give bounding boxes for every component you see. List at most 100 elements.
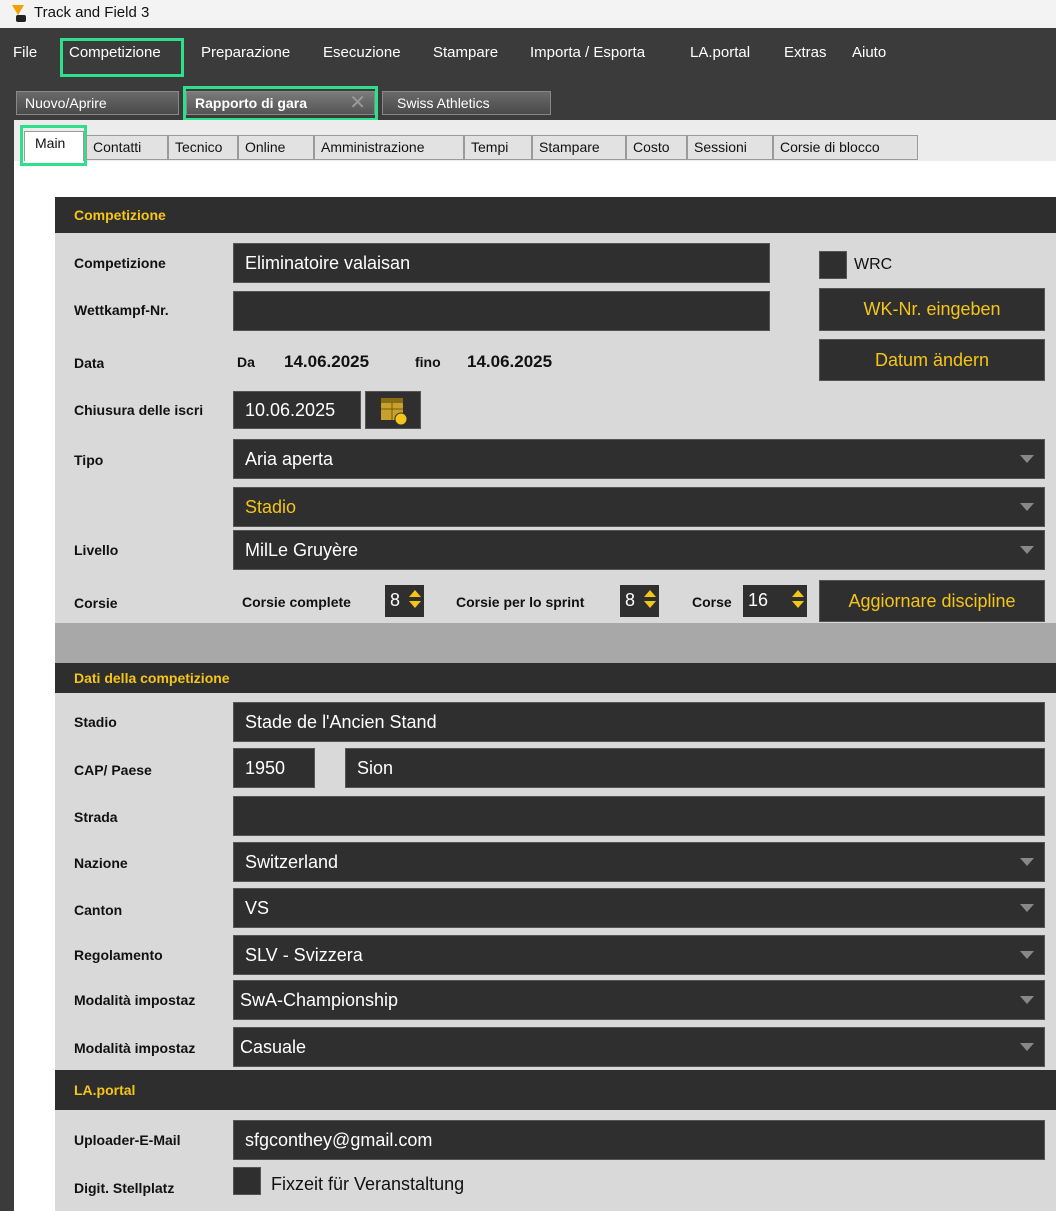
label-tipo: Tipo [74,452,104,468]
tab-tempi[interactable]: Tempi [464,135,532,160]
label-data: Data [74,355,105,371]
tab-corsie-di-blocco[interactable]: Corsie di blocco [773,135,918,160]
menu-extras[interactable]: Extras [784,44,827,61]
section-header-competizione: Competizione [55,197,1056,233]
type-value: Aria aperta [245,449,334,469]
label-digit-stellplatz: Digit. Stellplatz [74,1180,175,1196]
rules-dropdown[interactable]: SLV - Svizzera [233,935,1045,975]
spin-arrows-icon[interactable] [644,590,656,610]
update-disciplines-button[interactable]: Aggiornare discipline [819,580,1045,622]
calendar-button[interactable] [365,391,421,429]
closing-date-field[interactable]: 10.06.2025 [233,391,361,429]
nation-value: Switzerland [245,852,339,872]
section-header-la-portal: LA.portal [55,1070,1056,1110]
tab-costo[interactable]: Costo [626,135,687,160]
tracks-stepper[interactable]: 16 [743,585,807,617]
menu-aiuto[interactable]: Aiuto [852,44,886,61]
mode2-value: Casuale [240,1037,307,1057]
uploader-email-field[interactable]: sfgconthey@gmail.com [233,1120,1045,1160]
label-livello: Livello [74,542,119,558]
menu-esecuzione[interactable]: Esecuzione [323,44,401,61]
full-lanes-stepper[interactable]: 8 [385,585,424,617]
label-uploader-email: Uploader-E-Mail [74,1132,181,1148]
street-field[interactable] [233,796,1045,836]
tab-stampare[interactable]: Stampare [532,135,626,160]
canton-dropdown[interactable]: VS [233,888,1045,928]
section-divider [55,623,1056,663]
tab-swiss-athletics[interactable]: Swiss Athletics [382,91,551,115]
menu-file[interactable]: File [13,44,37,61]
level-value: MilLe Gruyère [245,540,359,560]
calendar-icon [381,398,408,426]
label-corsie: Corsie [74,595,118,611]
chevron-down-icon [1020,503,1034,511]
window-title: Track and Field 3 [34,4,150,21]
sprint-lanes-label: Corsie per lo sprint [456,594,585,610]
tab-nuovo-aprire[interactable]: Nuovo/Aprire [16,91,179,115]
label-competizione: Competizione [74,255,166,271]
sprint-lanes-stepper[interactable]: 8 [620,585,659,617]
tab-tecnico[interactable]: Tecnico [168,135,238,160]
chevron-down-icon [1020,455,1034,463]
venue-type-value: Stadio [245,497,297,517]
spin-arrows-icon[interactable] [792,590,804,610]
menu-stampare[interactable]: Stampare [433,44,498,61]
zip-field[interactable]: 1950 [233,748,315,788]
tab-online[interactable]: Online [238,135,314,160]
label-regolamento: Regolamento [74,947,163,963]
chevron-down-icon [1020,951,1034,959]
label-cap-paese: CAP/ Paese [74,762,152,778]
canton-value: VS [245,898,270,918]
tab-nuovo-aprire-label: Nuovo/Aprire [25,95,107,111]
tracks-value: 16 [748,590,769,610]
label-stadio: Stadio [74,714,117,730]
sprint-lanes-value: 8 [625,590,636,610]
tab-swiss-label: Swiss Athletics [397,95,490,111]
nation-dropdown[interactable]: Switzerland [233,842,1045,882]
fixtime-label: Fixzeit für Veranstaltung [271,1174,465,1194]
chevron-down-icon [1020,1043,1034,1051]
label-nazione: Nazione [74,855,128,871]
tab-contatti[interactable]: Contatti [86,135,168,160]
spin-arrows-icon[interactable] [409,590,421,610]
wettkampf-nr-field[interactable] [233,291,770,331]
label-modalita-1: Modalità impostaz [74,992,196,1008]
chevron-down-icon [1020,996,1034,1004]
wrc-checkbox[interactable] [819,251,847,279]
full-lanes-value: 8 [390,590,401,610]
menu-importa-esporta[interactable]: Importa / Esporta [530,44,645,61]
label-modalita-2: Modalità impostaz [74,1040,196,1056]
chevron-down-icon [1020,858,1034,866]
title-bar: Track and Field 3 [0,0,1056,28]
wk-nr-button[interactable]: WK-Nr. eingeben [819,288,1045,331]
chevron-down-icon [1020,904,1034,912]
label-strada: Strada [74,809,118,825]
mode1-dropdown[interactable]: SwA-Championship [233,980,1045,1020]
mode2-dropdown[interactable]: Casuale [233,1027,1045,1067]
level-dropdown[interactable]: MilLe Gruyère [233,530,1045,570]
tab-sessioni[interactable]: Sessioni [687,135,773,160]
label-wettkampf-nr: Wettkampf-Nr. [74,302,169,318]
section-header-dati-competizione: Dati della competizione [55,663,1056,693]
type-dropdown[interactable]: Aria aperta [233,439,1045,479]
label-chiusura-iscrizioni: Chiusura delle iscri [74,402,204,418]
menu-preparazione[interactable]: Preparazione [201,44,290,61]
highlight-tab-rapporto [183,86,378,121]
stadium-field[interactable]: Stade de l'Ancien Stand [233,702,1045,742]
city-field[interactable]: Sion [345,748,1045,788]
label-canton: Canton [74,902,123,918]
date-from-value: 14.06.2025 [284,352,370,371]
venue-type-dropdown[interactable]: Stadio [233,487,1045,527]
highlight-menu-competizione [60,38,184,77]
highlight-tab-main [20,125,87,166]
menu-la-portal[interactable]: LA.portal [690,44,750,61]
rules-value: SLV - Svizzera [245,945,363,965]
change-date-button[interactable]: Datum ändern [819,339,1045,381]
full-lanes-label: Corsie complete [242,594,351,610]
date-to-value: 14.06.2025 [467,352,553,371]
competition-name-field[interactable]: Eliminatoire valaisan [233,243,770,283]
app-icon [12,5,26,22]
chevron-down-icon [1020,546,1034,554]
tab-amministrazione[interactable]: Amministrazione [314,135,464,160]
fixtime-checkbox[interactable] [233,1167,261,1195]
